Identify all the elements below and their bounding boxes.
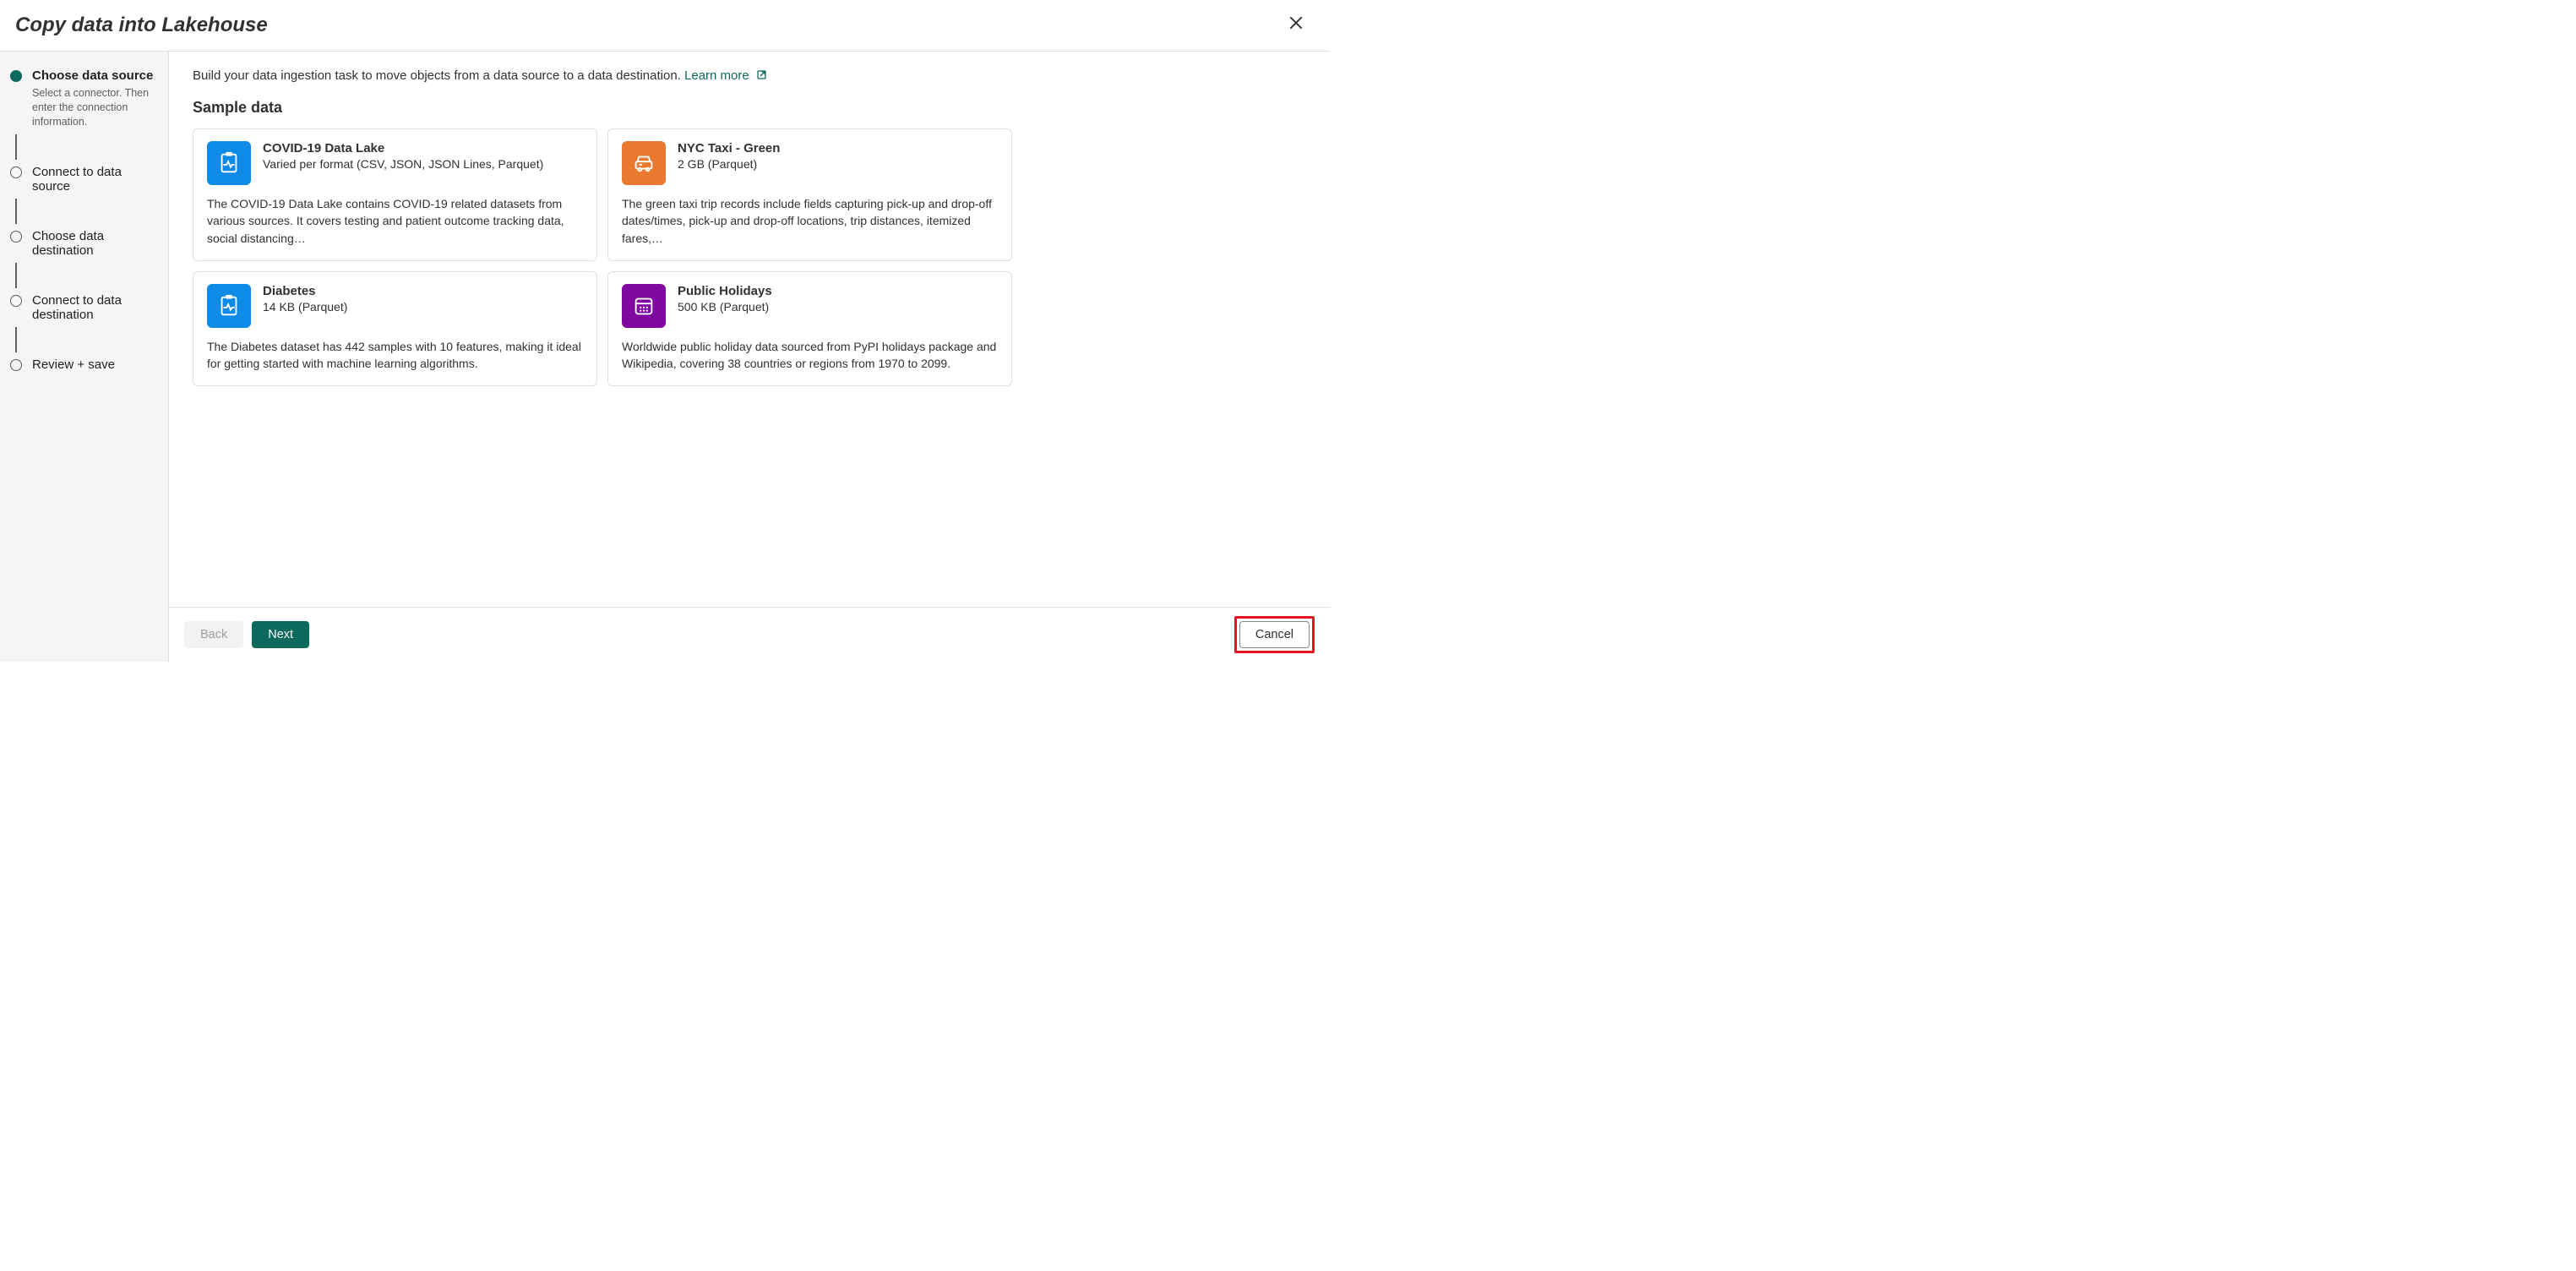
cancel-button[interactable]: Cancel [1239,621,1310,648]
dialog-title: Copy data into Lakehouse [15,14,268,37]
main-content: Build your data ingestion task to move o… [169,52,1330,607]
wizard-stepper: Choose data source Select a connector. T… [0,52,169,662]
step-connect-to-data-source[interactable]: Connect to data source [10,165,160,194]
step-title: Connect to data source [32,165,160,194]
back-button: Back [184,621,243,648]
sample-data-grid: COVID-19 Data Lake Varied per format (CS… [193,128,1012,386]
step-choose-data-destination[interactable]: Choose data destination [10,229,160,258]
intro-text-row: Build your data ingestion task to move o… [193,68,1306,84]
dialog-header: Copy data into Lakehouse [0,0,1330,52]
card-texts: Public Holidays 500 KB (Parquet) [678,284,772,328]
step-connector [15,134,17,160]
learn-more-label: Learn more [684,68,749,83]
sample-card-covid19[interactable]: COVID-19 Data Lake Varied per format (CS… [193,128,597,261]
card-title: Diabetes [263,284,347,298]
card-header: NYC Taxi - Green 2 GB (Parquet) [622,141,998,185]
card-subtitle: 14 KB (Parquet) [263,300,347,314]
section-title-sample-data: Sample data [193,99,1306,117]
step-connect-to-data-destination[interactable]: Connect to data destination [10,293,160,322]
card-description: The green taxi trip records include fiel… [622,195,998,247]
step-title: Choose data destination [32,229,160,258]
step-bullet-icon [10,359,22,371]
clipboard-pulse-icon [207,284,251,328]
sample-card-public-holidays[interactable]: Public Holidays 500 KB (Parquet) Worldwi… [607,271,1012,387]
step-review-save[interactable]: Review + save [10,357,160,372]
next-button[interactable]: Next [252,621,309,648]
card-subtitle: Varied per format (CSV, JSON, JSON Lines… [263,157,543,171]
card-header: Diabetes 14 KB (Parquet) [207,284,583,328]
card-texts: COVID-19 Data Lake Varied per format (CS… [263,141,543,185]
step-connector [15,263,17,288]
card-description: The COVID-19 Data Lake contains COVID-19… [207,195,583,247]
sample-card-diabetes[interactable]: Diabetes 14 KB (Parquet) The Diabetes da… [193,271,597,387]
step-bullet-icon [10,295,22,307]
card-texts: Diabetes 14 KB (Parquet) [263,284,347,328]
card-header: COVID-19 Data Lake Varied per format (CS… [207,141,583,185]
step-bullet-active-icon [10,70,22,82]
learn-more-link[interactable]: Learn more [684,68,767,83]
step-bullet-icon [10,231,22,243]
step-bullet-icon [10,166,22,178]
step-connector [15,199,17,224]
card-title: COVID-19 Data Lake [263,141,543,155]
card-description: Worldwide public holiday data sourced fr… [622,338,998,373]
close-icon [1288,14,1304,36]
card-texts: NYC Taxi - Green 2 GB (Parquet) [678,141,780,185]
taxi-icon [622,141,666,185]
intro-text: Build your data ingestion task to move o… [193,68,684,83]
step-connector [15,327,17,352]
sample-card-nyc-taxi[interactable]: NYC Taxi - Green 2 GB (Parquet) The gree… [607,128,1012,261]
card-description: The Diabetes dataset has 442 samples wit… [207,338,583,373]
close-button[interactable] [1283,12,1310,39]
card-subtitle: 2 GB (Parquet) [678,157,780,171]
calendar-icon [622,284,666,328]
step-description: Select a connector. Then enter the conne… [32,86,160,129]
step-title: Choose data source [32,68,160,83]
step-title: Review + save [32,357,160,372]
step-choose-data-source[interactable]: Choose data source Select a connector. T… [10,68,160,129]
cancel-highlight-annotation: Cancel [1234,616,1315,653]
card-header: Public Holidays 500 KB (Parquet) [622,284,998,328]
clipboard-pulse-icon [207,141,251,185]
card-title: NYC Taxi - Green [678,141,780,155]
step-title: Connect to data destination [32,293,160,322]
card-title: Public Holidays [678,284,772,298]
external-link-icon [756,69,767,84]
main-panel: Build your data ingestion task to move o… [169,52,1330,662]
wizard-footer: Back Next Cancel [169,607,1330,662]
card-subtitle: 500 KB (Parquet) [678,300,772,314]
